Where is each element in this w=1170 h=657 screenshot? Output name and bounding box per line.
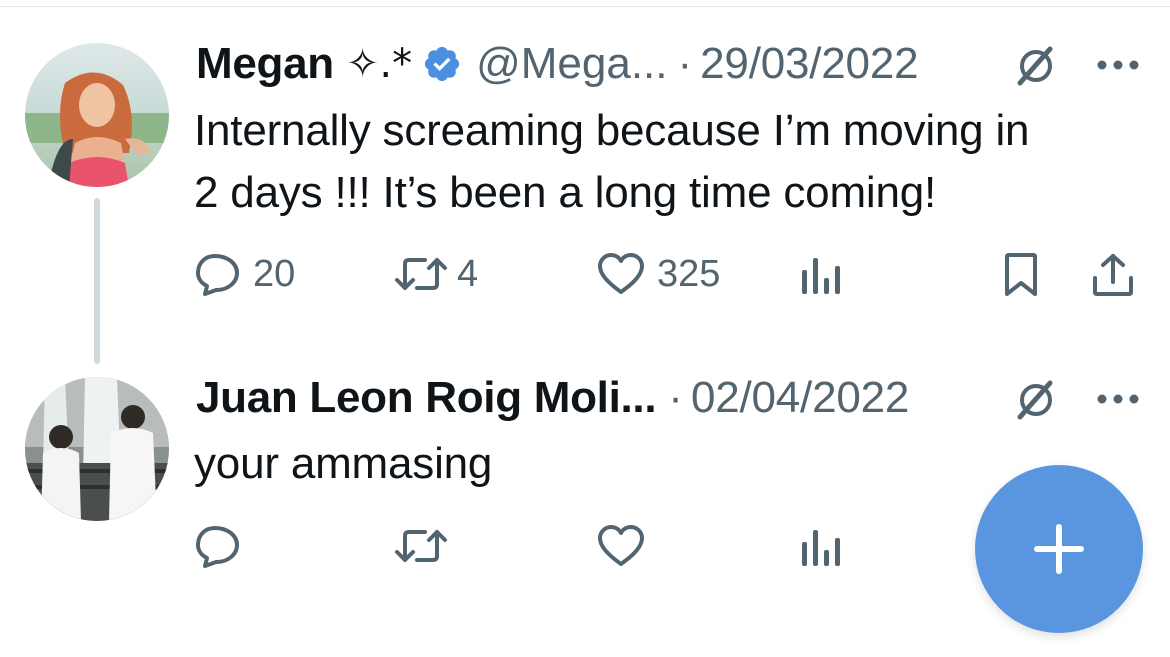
- like-button[interactable]: [597, 524, 645, 568]
- reply-display-name[interactable]: Juan Leon Roig Moli...: [196, 373, 657, 423]
- heart-icon: [598, 253, 644, 294]
- heart-icon: [598, 525, 644, 566]
- like-count: 325: [657, 252, 721, 295]
- display-name[interactable]: Megan: [196, 39, 334, 89]
- reply-avatar[interactable]: [25, 377, 169, 521]
- grok-icon[interactable]: [1014, 378, 1058, 422]
- reply-count: 20: [253, 252, 296, 295]
- retweet-button[interactable]: [393, 524, 449, 568]
- handle[interactable]: @Mega...: [476, 39, 667, 89]
- bookmark-icon: [1005, 253, 1037, 296]
- avatar[interactable]: [25, 43, 169, 187]
- tweet-text: Internally screaming because I’m moving …: [194, 106, 1030, 217]
- share-button[interactable]: [1090, 252, 1136, 298]
- views-button[interactable]: [800, 528, 842, 568]
- separator-dot: ·: [677, 39, 693, 88]
- tweet-date[interactable]: 29/03/2022: [700, 39, 918, 89]
- reply-date[interactable]: 02/04/2022: [691, 373, 909, 423]
- analytics-icon: [802, 258, 840, 294]
- reply-header: Juan Leon Roig Moli... · 02/04/2022: [196, 368, 909, 428]
- thread-connector-line: [94, 198, 100, 364]
- retweet-icon: [395, 530, 447, 562]
- display-name-decoration: ✧.*: [345, 41, 413, 87]
- like-button[interactable]: 325: [597, 252, 720, 296]
- retweet-button[interactable]: 4: [393, 252, 478, 296]
- analytics-icon: [802, 530, 840, 566]
- share-icon: [1093, 254, 1133, 296]
- compose-fab-button[interactable]: [975, 465, 1143, 633]
- tweet-header: Megan ✧.* @Mega... · 29/03/2022: [196, 34, 919, 94]
- retweet-count: 4: [457, 252, 479, 295]
- reply-button[interactable]: 20: [195, 252, 295, 296]
- more-options-icon[interactable]: [1096, 392, 1140, 406]
- top-divider: [0, 6, 1170, 7]
- retweet-icon: [395, 258, 447, 290]
- more-options-icon[interactable]: [1096, 58, 1140, 72]
- bookmark-button[interactable]: [1000, 252, 1042, 298]
- reply-icon: [196, 526, 239, 568]
- reply-button[interactable]: [195, 524, 241, 568]
- views-button[interactable]: [800, 256, 842, 296]
- verified-badge-icon[interactable]: [422, 44, 462, 84]
- separator-dot: ·: [668, 373, 683, 422]
- grok-icon[interactable]: [1014, 44, 1058, 88]
- plus-icon: [1034, 524, 1084, 574]
- reply-icon: [196, 254, 239, 296]
